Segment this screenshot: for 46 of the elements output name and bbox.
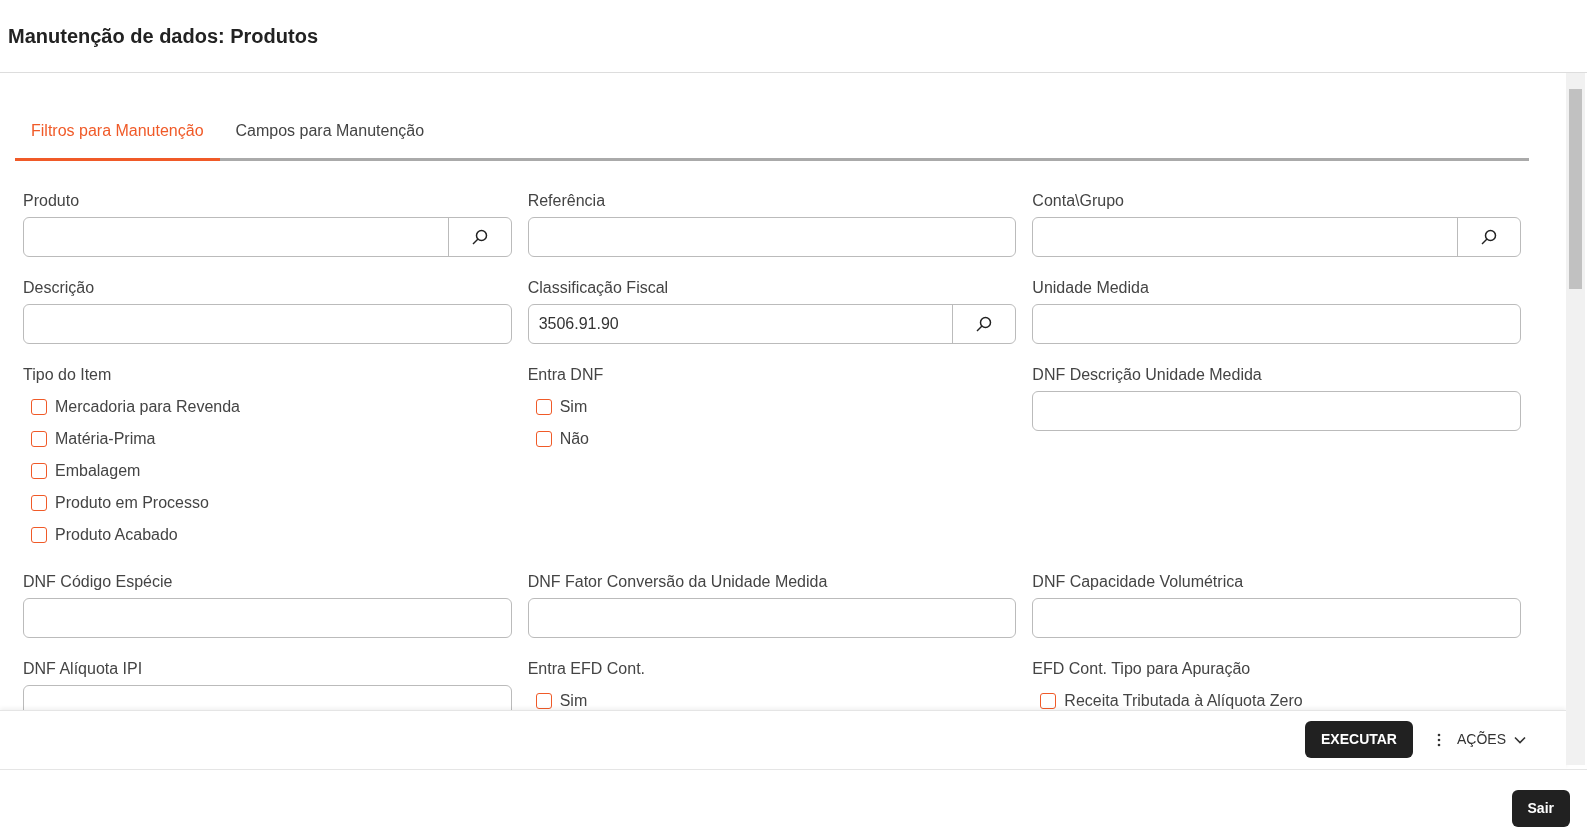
lookup-field[interactable]: 3506.91.90 bbox=[527, 304, 1017, 344]
field-label: Entra DNF bbox=[527, 365, 605, 385]
field-label: Classificação Fiscal bbox=[527, 278, 670, 298]
field-label: DNF Código Espécie bbox=[23, 572, 174, 592]
field-label: Entra EFD Cont. bbox=[527, 659, 647, 679]
search-icon bbox=[470, 228, 489, 246]
field-label: Referência bbox=[527, 191, 607, 211]
text-field[interactable] bbox=[1032, 304, 1521, 344]
text-field[interactable] bbox=[23, 598, 512, 638]
field-label: Produto bbox=[23, 191, 81, 211]
chevron-down-icon bbox=[1514, 735, 1526, 744]
text-field[interactable] bbox=[23, 304, 512, 344]
search-icon bbox=[1480, 228, 1498, 246]
text-field[interactable] bbox=[1032, 598, 1521, 638]
checkbox-option[interactable]: Produto Acabado bbox=[23, 519, 178, 551]
checkbox-option[interactable]: Produto em Processo bbox=[23, 487, 209, 519]
text-field[interactable] bbox=[527, 217, 1017, 257]
lookup-field[interactable] bbox=[23, 217, 512, 257]
actions-menu-button[interactable]: AÇÕES bbox=[1437, 729, 1526, 751]
scrollbar[interactable] bbox=[1566, 73, 1585, 765]
field-label: DNF Capacidade Volumétrica bbox=[1032, 572, 1245, 592]
exit-button[interactable]: Sair bbox=[1511, 789, 1570, 827]
field-label: Descrição bbox=[23, 278, 96, 298]
field-label: Tipo do Item bbox=[23, 365, 113, 385]
tab[interactable]: Campos para Manutenção bbox=[219, 119, 441, 158]
execute-button[interactable]: EXECUTAR bbox=[1305, 721, 1413, 759]
field-label: EFD Cont. Tipo para Apuração bbox=[1032, 659, 1252, 679]
checkbox-option[interactable]: Sim bbox=[527, 391, 588, 423]
kebab-icon bbox=[1437, 732, 1441, 747]
lookup-field[interactable] bbox=[1032, 217, 1521, 257]
search-icon bbox=[975, 315, 994, 333]
field-label: DNF Descrição Unidade Medida bbox=[1032, 365, 1263, 385]
text-input[interactable]: 3506.91.90 bbox=[528, 305, 953, 343]
field-label: Conta\Grupo bbox=[1032, 191, 1125, 211]
checkbox-option[interactable]: Receita Tributada à Alíquota Zero bbox=[1032, 685, 1303, 710]
checkbox-option[interactable]: Sim bbox=[527, 685, 588, 710]
checkbox-option[interactable]: Embalagem bbox=[23, 455, 141, 487]
page-title: Manutenção de dados: Produtos bbox=[8, 24, 319, 49]
checkbox-option[interactable]: Mercadoria para Revenda bbox=[23, 391, 240, 423]
field-label: DNF Alíquota IPI bbox=[23, 659, 144, 679]
checkbox-option[interactable]: Não bbox=[527, 423, 589, 455]
text-field[interactable] bbox=[527, 598, 1017, 638]
field-label: DNF Fator Conversão da Unidade Medida bbox=[527, 572, 829, 592]
checkbox-option[interactable]: Matéria-Prima bbox=[23, 423, 156, 455]
text-field[interactable] bbox=[1032, 391, 1521, 431]
field-label: Unidade Medida bbox=[1032, 278, 1150, 298]
